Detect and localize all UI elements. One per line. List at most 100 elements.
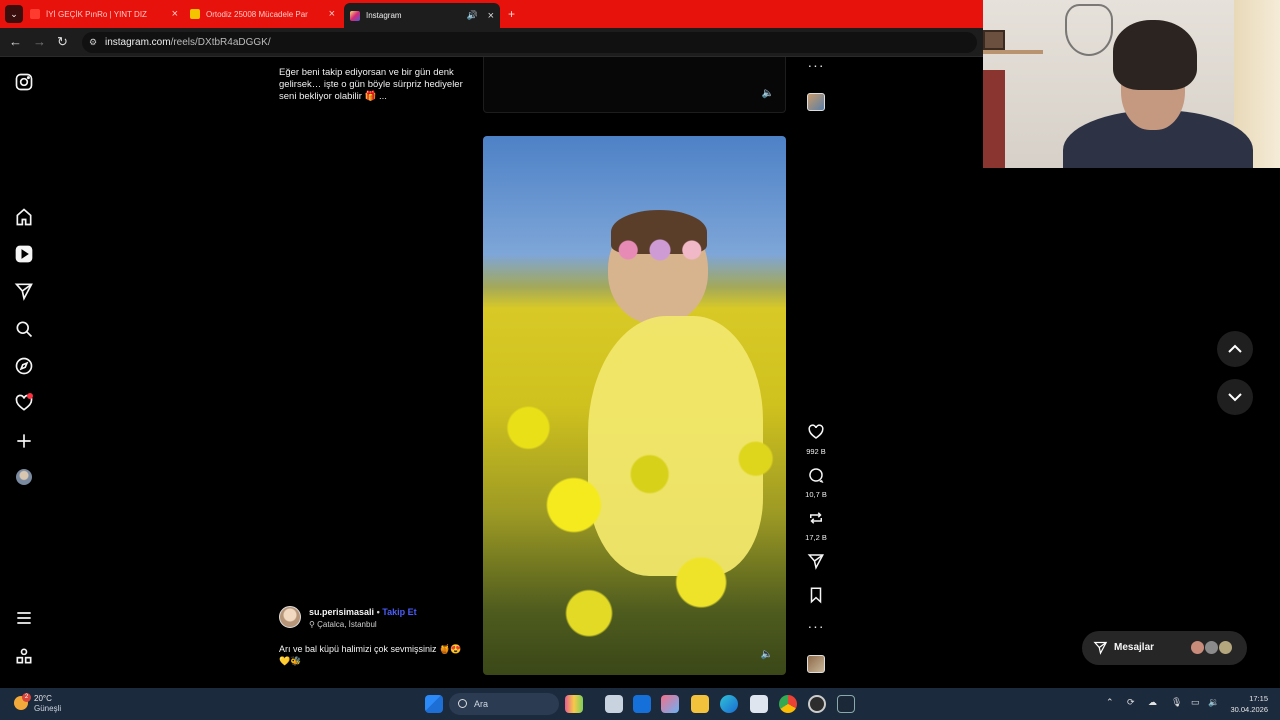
reel-video[interactable]: 🔈: [483, 136, 786, 675]
close-tab-icon[interactable]: ×: [488, 10, 494, 22]
speaker-icon[interactable]: 🔈: [759, 85, 777, 103]
search-placeholder: Ara: [474, 699, 489, 709]
comment-count: 10,7 B: [805, 490, 827, 499]
reel-caption: Arı ve bal küpü halimizi çok sevmişsiniz…: [279, 644, 462, 666]
forward-icon[interactable]: →: [33, 34, 46, 49]
speaker-icon[interactable]: 🔊: [467, 10, 478, 21]
message-avatar: [1218, 640, 1233, 655]
edge-icon[interactable]: [720, 695, 738, 713]
site-info-icon[interactable]: ⚙: [89, 32, 97, 53]
bookmark-icon: [810, 587, 822, 604]
tab-1-title: İYİ GEÇİK PınRo | YINT DIZ: [46, 9, 147, 19]
sync-icon[interactable]: ⟳: [1127, 697, 1135, 708]
meta-apps-icon[interactable]: [14, 646, 34, 666]
file-explorer-icon[interactable]: [691, 695, 709, 713]
follow-button[interactable]: Takip Et: [382, 607, 416, 617]
instagram-logo-icon[interactable]: [14, 72, 34, 92]
notification-dot: [27, 393, 33, 399]
tab-list-button[interactable]: ⌄: [5, 5, 23, 23]
save-button[interactable]: [800, 586, 832, 609]
widgets-icon[interactable]: [565, 695, 583, 713]
deer-wall-art: [1065, 4, 1113, 56]
tab-instagram[interactable]: Instagram 🔊 ×: [344, 3, 500, 28]
message-avatar: [1190, 640, 1205, 655]
reels-icon[interactable]: [14, 244, 34, 264]
browser-tab-strip: ⌄ İYİ GEÇİK PınRo | YINT DIZ × Ortodiz 2…: [0, 0, 983, 28]
address-bar[interactable]: ⚙ instagram.com/reels/DXtbR4aDGGK/: [82, 32, 977, 53]
left-nav-rail: [0, 57, 50, 688]
obs-icon[interactable]: [808, 695, 826, 713]
chrome-icon[interactable]: [779, 695, 797, 713]
url-host: instagram.com: [105, 37, 171, 48]
taskbar-search[interactable]: Ara: [449, 693, 559, 715]
search-icon[interactable]: [14, 319, 34, 339]
tab-2[interactable]: Ortodiz 25008 Mücadele Par ×: [190, 4, 335, 24]
speaker-icon[interactable]: 🔈: [758, 646, 776, 664]
repost-button[interactable]: 17,2 B: [800, 509, 832, 542]
volume-icon[interactable]: 🔉: [1208, 697, 1219, 708]
explore-compass-icon[interactable]: [14, 356, 34, 376]
chevron-up-icon[interactable]: ⌃: [1106, 697, 1114, 708]
profile-avatar[interactable]: [16, 469, 32, 485]
new-tab-button[interactable]: +: [508, 4, 515, 24]
comment-button[interactable]: 10,7 B: [800, 466, 832, 499]
youtube-favicon-icon: [30, 9, 40, 19]
location[interactable]: ⚲ Çatalca, İstanbul: [309, 620, 377, 629]
network-icon[interactable]: ▭: [1191, 697, 1200, 708]
microphone-icon[interactable]: 🎙: [1171, 697, 1182, 708]
previous-reel-button[interactable]: [1217, 331, 1253, 367]
close-tab-icon[interactable]: ×: [329, 8, 335, 20]
more-options-icon[interactable]: ···: [800, 618, 832, 636]
weather-badge: 2: [22, 693, 31, 702]
tab-1[interactable]: İYİ GEÇİK PınRo | YINT DIZ ×: [30, 4, 178, 24]
home-icon[interactable]: [14, 207, 34, 227]
date: 30.04.2026: [1230, 705, 1268, 714]
like-button[interactable]: 992 B: [800, 423, 832, 456]
streamer: [1113, 20, 1197, 90]
task-view-icon[interactable]: [605, 695, 623, 713]
next-reel-button[interactable]: [1217, 379, 1253, 415]
steam-icon[interactable]: [837, 695, 855, 713]
outlook-icon[interactable]: [633, 695, 651, 713]
tab-3-title: Instagram: [366, 11, 402, 20]
notifications-heart-icon[interactable]: [14, 393, 34, 413]
temperature: 20°C: [34, 694, 52, 703]
tab-2-title: Ortodiz 25008 Mücadele Par: [206, 9, 308, 19]
close-tab-icon[interactable]: ×: [172, 8, 178, 20]
separator-dot: •: [376, 607, 380, 617]
previous-reel-video[interactable]: 🔈: [483, 57, 786, 113]
audio-thumbnail[interactable]: [800, 93, 832, 111]
start-icon[interactable]: [425, 695, 443, 713]
audio-thumbnail[interactable]: [800, 655, 832, 673]
send-icon[interactable]: [14, 281, 34, 301]
chevron-up-icon: [1228, 344, 1242, 353]
cloud-icon[interactable]: ☁: [1148, 697, 1157, 708]
chevron-down-icon: [1228, 393, 1242, 402]
author-username[interactable]: su.perisimasali: [309, 607, 374, 617]
like-count: 992 B: [806, 447, 826, 456]
repost-count: 17,2 B: [805, 533, 827, 542]
store-icon[interactable]: [750, 695, 768, 713]
heart-icon: [808, 424, 824, 439]
url-path: /reels/DXtbR4aDGGK/: [170, 37, 271, 48]
reload-icon[interactable]: ↻: [57, 34, 68, 50]
webcam-overlay: [983, 0, 1280, 168]
more-options-icon[interactable]: ···: [800, 57, 832, 75]
back-icon[interactable]: ←: [9, 34, 22, 49]
repost-icon: [810, 512, 822, 524]
messages-label: Mesajlar: [1114, 642, 1155, 653]
clock[interactable]: 17:15 30.04.2026: [1230, 693, 1268, 715]
copilot-icon[interactable]: [661, 695, 679, 713]
more-menu-icon[interactable]: [14, 608, 34, 628]
create-plus-icon[interactable]: [14, 431, 34, 451]
location-label: Çatalca, İstanbul: [317, 620, 377, 629]
send-icon: [1093, 641, 1108, 655]
browser-toolbar: ← → ↻ ⚙ instagram.com/reels/DXtbR4aDGGK/: [0, 28, 983, 57]
message-avatar: [1204, 640, 1219, 655]
location-pin-icon: ⚲: [309, 620, 315, 629]
comment-icon: [809, 468, 824, 484]
previous-reel-caption: Eğer beni takip ediyorsan ve bir gün den…: [279, 67, 463, 102]
share-button[interactable]: [800, 552, 832, 575]
messages-button[interactable]: Mesajlar: [1082, 631, 1247, 665]
author-avatar[interactable]: [279, 606, 301, 628]
